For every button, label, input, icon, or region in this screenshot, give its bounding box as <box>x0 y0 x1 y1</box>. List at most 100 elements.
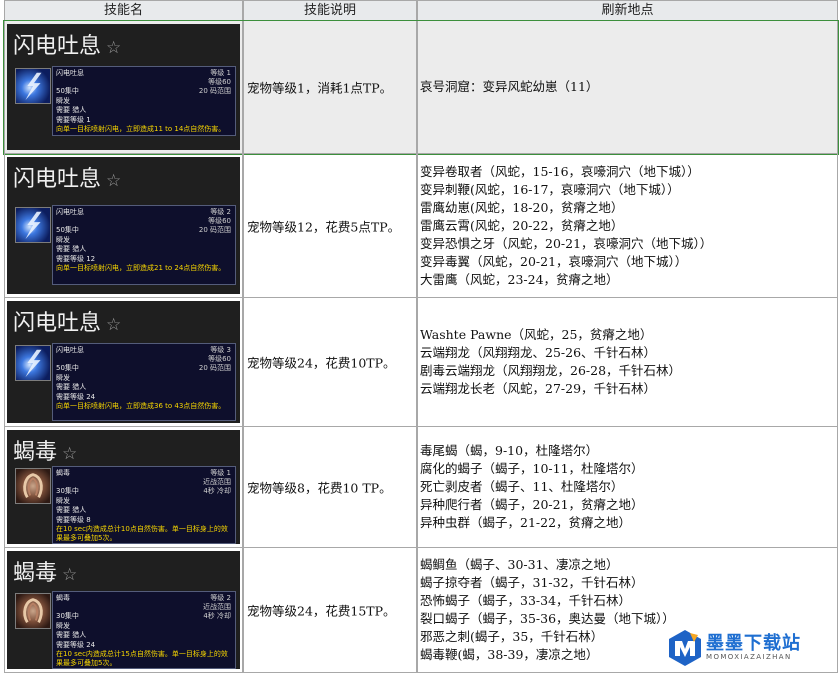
skill-desc: 宠物等级8，花费10 TP。 <box>247 480 392 496</box>
tooltip-range: 近战范围 <box>203 478 231 486</box>
skill-tooltip: 蝎毒 等级 1 近战范围 4秒 冷却 30集中 瞬发 需要 猎人 需要等级 8 … <box>52 466 236 544</box>
skill-desc: 宠物等级12，花费5点TP。 <box>247 219 401 234</box>
star-icon[interactable]: ☆ <box>106 38 121 58</box>
skill-tooltip: 闪电吐息 等级 3 等级60 20 码范围 50集中 瞬发 需要 猎人 需要等级… <box>52 343 236 421</box>
location-item: 死亡剥皮者（蝎子、11、杜隆塔尔） <box>420 479 624 494</box>
star-icon[interactable]: ☆ <box>62 565 77 585</box>
location-item: 变异卷取者（风蛇，15-16，哀嚎洞穴（地下城）） <box>420 163 700 179</box>
skill-tooltip: 闪电吐息 等级 1 等级60 20 码范围 50集中 瞬发 需要 猎人 需要等级… <box>52 66 236 136</box>
location-item: 云端翔龙长老（风蛇，27-29，千针石林） <box>420 381 657 396</box>
skill-cell: 蝎毒 ☆ 蝎毒 等级 2 近战范围 4秒 冷却 30集中 瞬发 需要 猎人 需要等… <box>4 548 243 673</box>
desc-cell: 宠物等级12，花费5点TP。 <box>243 154 417 298</box>
skill-card: 闪电吐息 ☆ 闪电吐息 等级 1 等级60 20 码范围 50集中 瞬发 需要 猎… <box>7 24 240 150</box>
header-skill-name: 技能名 <box>4 0 243 21</box>
skill-cell: 闪电吐息 ☆ 闪电吐息 等级 2 等级60 20 码范围 50集中 瞬发 需要 猎… <box>4 154 243 298</box>
location-item: 变异刺鞭(风蛇，16-17，哀嚎洞穴（地下城）） <box>420 181 680 197</box>
site-logo-icon <box>668 629 702 667</box>
tooltip-req-class: 需要 猎人 <box>56 383 87 392</box>
location-cell: 毒尾蝎（蝎，9-10，杜隆塔尔） 腐化的蝎子（蝎子，10-11，杜隆塔尔） 死亡… <box>417 427 838 548</box>
location-item: 蝎鲷鱼（蝎子、30-31、凄凉之地） <box>420 557 619 572</box>
location-item: 异种虫群（蝎子，21-22，贫瘠之地） <box>420 515 632 530</box>
tooltip-range: 近战范围 <box>203 603 231 611</box>
location-cell: 变异卷取者（风蛇，15-16，哀嚎洞穴（地下城）） 变异刺鞭(风蛇，16-17，… <box>417 154 838 298</box>
skill-cell: 闪电吐息 ☆ 闪电吐息 等级 3 等级60 20 码范围 50集中 瞬发 需要 猎… <box>4 298 243 427</box>
table-row[interactable]: 闪电吐息 ☆ 闪电吐息 等级 3 等级60 20 码范围 50集中 瞬发 需要 猎… <box>4 298 838 427</box>
tooltip-rank: 等级 1 <box>210 69 231 77</box>
skill-card: 蝎毒 ☆ 蝎毒 等级 1 近战范围 4秒 冷却 30集中 瞬发 需要 猎人 需要等… <box>7 430 240 544</box>
skill-table: 技能名 技能说明 刷新地点 闪电吐息 ☆ 闪电吐息 等级 1 等级60 20 码范… <box>0 0 840 675</box>
tooltip-rank: 等级 2 <box>210 594 231 602</box>
table-row[interactable]: 闪电吐息 ☆ 闪电吐息 等级 2 等级60 20 码范围 50集中 瞬发 需要 猎… <box>4 154 838 298</box>
location-cell: 哀号洞窟：变异风蛇幼崽（11） <box>417 21 838 154</box>
location-item: 雷鹰云霄(风蛇，20-22，贫瘠之地） <box>420 217 624 233</box>
tooltip-req-level: 需要等级 8 <box>56 515 91 524</box>
desc-cell: 宠物等级1，消耗1点TP。 <box>243 21 417 154</box>
location-item: 变异恐惧之牙（风蛇，20-21，哀嚎洞穴（地下城）） <box>420 235 713 251</box>
desc-cell: 宠物等级24，花费15TP。 <box>243 548 417 673</box>
skill-title: 闪电吐息 <box>13 311 102 336</box>
location-list: 毒尾蝎（蝎，9-10，杜隆塔尔） 腐化的蝎子（蝎子，10-11，杜隆塔尔） 死亡… <box>420 442 644 532</box>
tooltip-range: 等级60 <box>208 217 231 225</box>
tooltip-rank: 等级 1 <box>210 469 231 477</box>
location-list: 蝎鲷鱼（蝎子、30-31、凄凉之地） 蝎子掠夺者（蝎子，31-32，千针石林） … <box>420 556 675 664</box>
tooltip-range2: 20 码范围 <box>198 87 231 95</box>
star-icon[interactable]: ☆ <box>62 444 77 464</box>
tooltip-name: 闪电吐息 <box>56 208 84 216</box>
skill-title: 蝎毒 <box>13 561 58 586</box>
tooltip-req-level: 需要等级 24 <box>56 392 96 401</box>
tooltip-range: 等级60 <box>208 355 231 363</box>
desc-cell: 宠物等级24，花费10TP。 <box>243 298 417 427</box>
location-item: 毒尾蝎（蝎，9-10，杜隆塔尔） <box>420 443 599 458</box>
location-item: 雷鹰幼崽(风蛇，18-20，贫瘠之地） <box>420 199 624 215</box>
location-item: 大雷鹰（风蛇，23-24，贫瘠之地） <box>420 271 619 287</box>
tooltip-req-class: 需要 猎人 <box>56 506 87 515</box>
location-item: 邪恶之刺(蝎子，35，千针石林） <box>420 629 604 644</box>
tooltip-name: 蝎毒 <box>56 469 70 477</box>
skill-desc: 宠物等级24，花费10TP。 <box>247 355 396 371</box>
tooltip-req-level: 需要等级 12 <box>56 254 96 263</box>
table-row[interactable]: 闪电吐息 ☆ 闪电吐息 等级 1 等级60 20 码范围 50集中 瞬发 需要 猎… <box>3 20 839 155</box>
desc-cell: 宠物等级8，花费10 TP。 <box>243 427 417 548</box>
tooltip-rank: 等级 2 <box>210 208 231 216</box>
skill-desc: 宠物等级1，消耗1点TP。 <box>247 80 393 96</box>
watermark-text: 墨墨下载站 <box>706 633 801 654</box>
tooltip-range2: 4秒 冷却 <box>203 612 231 620</box>
tooltip-range2: 20 码范围 <box>198 226 231 234</box>
location-list: 变异卷取者（风蛇，15-16，哀嚎洞穴（地下城）） 变异刺鞭(风蛇，16-17，… <box>420 163 712 289</box>
tooltip-effect: 在10 sec内造成总计10点自然伤害。单一目标身上的效果最多可叠加5次。 <box>56 525 228 543</box>
tooltip-req-level: 需要等级 24 <box>56 640 96 649</box>
location-item: 蝎毒鞭(蝎，38-39，凄凉之地） <box>420 647 599 662</box>
venom-icon <box>15 593 51 629</box>
tooltip-cast: 瞬发 <box>56 235 70 244</box>
skill-tooltip: 闪电吐息 等级 2 等级60 20 码范围 50集中 瞬发 需要 猎人 需要等级… <box>52 205 236 285</box>
location-list: 哀号洞窟：变异风蛇幼崽（11） <box>420 78 598 96</box>
location-item: 剧毒云端翔龙（风翔翔龙，26-28，千针石林） <box>420 363 682 378</box>
tooltip-effect: 向单一目标喷射闪电，立即造成36 to 43点自然伤害。 <box>56 402 226 411</box>
star-icon[interactable]: ☆ <box>106 315 121 335</box>
location-list: Washte Pawne（风蛇，25，贫瘠之地） 云端翔龙（风翔翔龙、25-26… <box>420 326 681 398</box>
table-row[interactable]: 蝎毒 ☆ 蝎毒 等级 1 近战范围 4秒 冷却 30集中 瞬发 需要 猎人 需要等… <box>4 427 838 548</box>
location-item: 裂口蝎子（蝎子，35-36，奥达曼（地下城）） <box>420 611 675 626</box>
location-item: 恐怖蝎子（蝎子，33-34，千针石林） <box>420 593 632 608</box>
location-item: 哀号洞窟：变异风蛇幼崽（11） <box>420 79 599 94</box>
skill-tooltip: 蝎毒 等级 2 近战范围 4秒 冷却 30集中 瞬发 需要 猎人 需要等级 24… <box>52 591 236 669</box>
skill-card: 蝎毒 ☆ 蝎毒 等级 2 近战范围 4秒 冷却 30集中 瞬发 需要 猎人 需要等… <box>7 551 240 669</box>
location-item: 变异毒翼（风蛇，20-21，哀嚎洞穴（地下城）） <box>420 253 688 269</box>
venom-icon <box>15 468 51 504</box>
watermark-logo: 墨墨下载站 MOMOXIAZAIZHAN <box>668 627 834 671</box>
tooltip-range2: 4秒 冷却 <box>203 487 231 495</box>
tooltip-req-class: 需要 猎人 <box>56 245 87 254</box>
header-refresh-location: 刷新地点 <box>417 0 838 21</box>
skill-card: 闪电吐息 ☆ 闪电吐息 等级 2 等级60 20 码范围 50集中 瞬发 需要 猎… <box>7 157 240 294</box>
tooltip-name: 闪电吐息 <box>56 69 84 77</box>
location-item: 云端翔龙（风翔翔龙、25-26、千针石林） <box>420 345 657 360</box>
skill-card: 闪电吐息 ☆ 闪电吐息 等级 3 等级60 20 码范围 50集中 瞬发 需要 猎… <box>7 301 240 423</box>
skill-cell: 蝎毒 ☆ 蝎毒 等级 1 近战范围 4秒 冷却 30集中 瞬发 需要 猎人 需要等… <box>4 427 243 548</box>
location-item: 腐化的蝎子（蝎子，10-11，杜隆塔尔） <box>420 461 644 476</box>
skill-desc: 宠物等级24，花费15TP。 <box>247 603 396 619</box>
skill-title: 蝎毒 <box>13 440 58 465</box>
lightning-icon <box>15 207 51 243</box>
location-item: 蝎子掠夺者（蝎子，31-32，千针石林） <box>420 575 644 590</box>
star-icon[interactable]: ☆ <box>106 171 121 191</box>
location-item: 异种爬行者（蝎子，20-21，贫瘠之地） <box>420 497 644 512</box>
